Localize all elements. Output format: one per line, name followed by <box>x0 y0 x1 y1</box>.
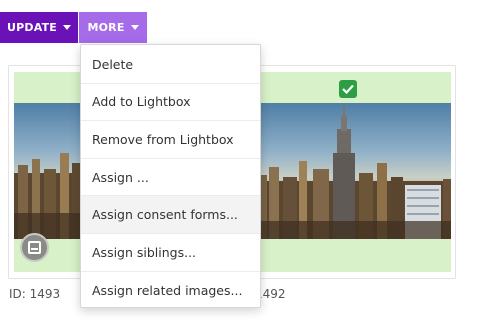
caret-down-icon <box>130 25 139 30</box>
menu-item-remove-from-lightbox[interactable]: Remove from Lightbox <box>81 121 260 159</box>
more-button[interactable]: MORE <box>79 12 147 43</box>
menu-item-assign-consent-forms[interactable]: Assign consent forms... <box>81 196 260 234</box>
menu-item-assign-related-images[interactable]: Assign related images... <box>81 272 260 310</box>
menu-item-assign-siblings[interactable]: Assign siblings... <box>81 234 260 272</box>
more-button-label: MORE <box>87 21 125 34</box>
menu-item-delete[interactable]: Delete <box>81 46 260 84</box>
image-card[interactable] <box>253 65 456 279</box>
menu-item-label: Assign siblings... <box>92 244 197 260</box>
menu-item-label: Assign consent forms... <box>92 207 238 223</box>
checkbox-checked-icon[interactable] <box>339 80 357 98</box>
toolbar: UPDATE MORE <box>0 12 147 43</box>
menu-item-label: Remove from Lightbox <box>92 131 234 147</box>
menu-item-label: Delete <box>92 56 134 72</box>
menu-item-label: Assign ... <box>92 169 149 185</box>
menu-item-add-to-lightbox[interactable]: Add to Lightbox <box>81 84 260 122</box>
more-dropdown-menu: Delete Add to Lightbox Remove from Light… <box>80 44 261 308</box>
caret-down-icon <box>63 25 72 30</box>
update-button-label: UPDATE <box>7 21 58 34</box>
image-thumbnail[interactable] <box>253 103 451 239</box>
stack-icon[interactable] <box>20 233 49 262</box>
image-id-label: ID: 1493 <box>9 287 61 301</box>
update-button[interactable]: UPDATE <box>0 12 78 43</box>
menu-item-assign[interactable]: Assign ... <box>81 159 260 197</box>
menu-item-label: Assign related images... <box>92 282 243 298</box>
menu-item-label: Add to Lightbox <box>92 94 191 110</box>
